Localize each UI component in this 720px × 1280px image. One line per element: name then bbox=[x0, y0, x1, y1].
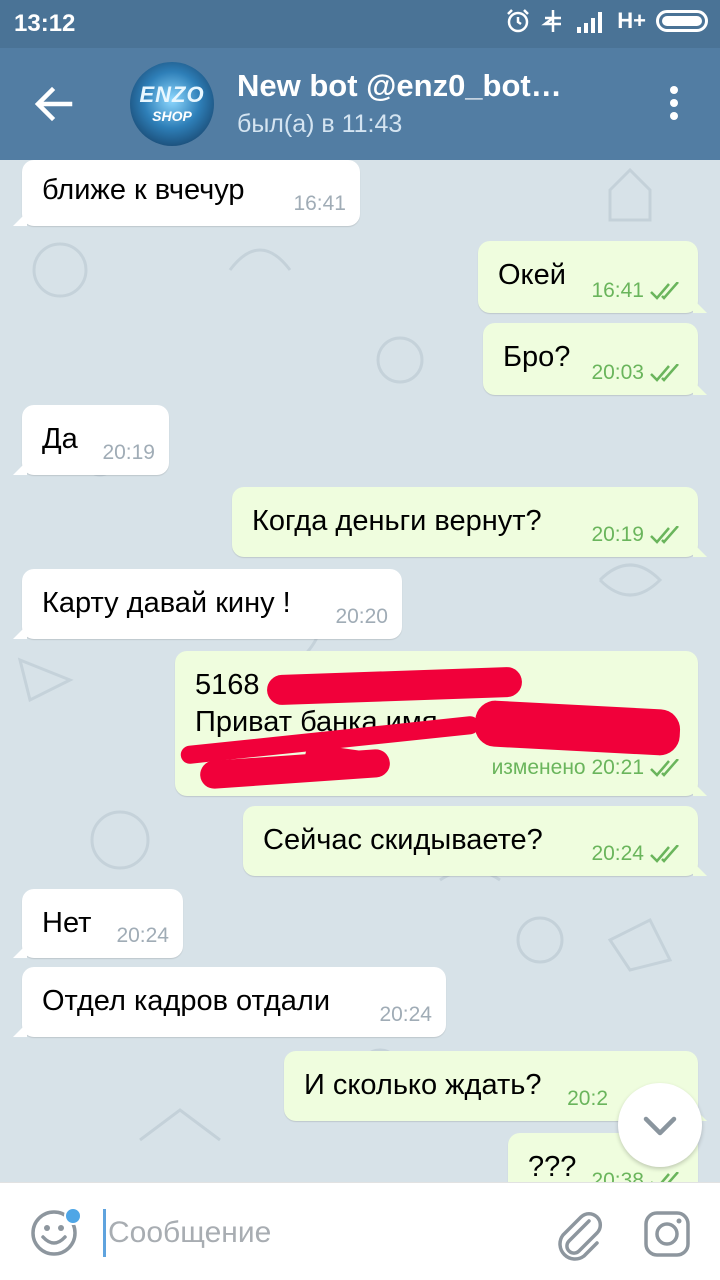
message-meta: 20:24 bbox=[116, 924, 169, 948]
message-time: 16:41 bbox=[591, 279, 644, 302]
message-time: 20:19 bbox=[591, 523, 644, 546]
message-text: Бро? bbox=[503, 341, 571, 373]
message-time: 20:24 bbox=[116, 924, 169, 947]
message-input[interactable] bbox=[108, 1211, 508, 1255]
message-incoming[interactable]: Нет 20:24 bbox=[13, 889, 183, 958]
message-text: Отдел кадров отдали bbox=[42, 985, 331, 1017]
message-text: Нет bbox=[42, 907, 92, 939]
read-ticks-icon bbox=[650, 364, 679, 382]
message-incoming[interactable]: Карту давай кину ! 20:20 bbox=[13, 569, 402, 639]
message-time: 20:03 bbox=[591, 361, 644, 384]
vibrate-icon bbox=[541, 10, 562, 32]
message-list[interactable]: ближе к вчечур 16:41 Окей 16:41 Бро? 20:… bbox=[0, 160, 720, 1182]
message-time: 16:41 bbox=[293, 192, 346, 215]
message-outgoing[interactable]: Бро? 20:03 bbox=[483, 323, 707, 395]
message-text: Окей bbox=[498, 259, 566, 291]
read-ticks-icon bbox=[650, 758, 679, 777]
text-cursor bbox=[103, 1209, 106, 1257]
avatar-text: ENZO bbox=[139, 82, 205, 107]
message-time: 20:24 bbox=[379, 1003, 432, 1026]
message-time: 20:24 bbox=[591, 842, 644, 865]
avatar-subtext: SHOP bbox=[152, 108, 192, 124]
chat-title[interactable]: New bot @enz0_bot… bbox=[237, 68, 617, 104]
more-menu-icon[interactable] bbox=[670, 86, 680, 124]
avatar[interactable]: ENZO SHOP bbox=[130, 62, 214, 146]
read-ticks-icon bbox=[650, 526, 679, 544]
battery-icon bbox=[656, 10, 708, 32]
read-ticks-icon bbox=[650, 282, 679, 300]
message-text: ??? bbox=[528, 1151, 577, 1182]
message-time: 20:2 bbox=[567, 1087, 608, 1110]
network-type: H+ bbox=[617, 8, 646, 33]
chat-last-seen: был(а) в 11:43 bbox=[237, 110, 403, 138]
message-meta: 16:41 bbox=[293, 192, 346, 216]
notification-dot bbox=[64, 1207, 82, 1225]
message-meta: 20:19 bbox=[102, 441, 155, 465]
message-text: ближе к вчечур bbox=[42, 174, 245, 206]
message-incoming[interactable]: Да 20:19 bbox=[13, 405, 169, 475]
redaction-mark bbox=[473, 699, 682, 757]
message-incoming[interactable]: Отдел кадров отдали 20:24 bbox=[13, 967, 446, 1037]
message-time: 20:20 bbox=[335, 605, 388, 628]
message-meta: 20:2 bbox=[567, 1087, 608, 1111]
message-outgoing[interactable]: Окей 16:41 bbox=[478, 241, 707, 313]
message-outgoing-card-details[interactable]: 5168 Приват банка имя изменено 20:21 bbox=[175, 651, 707, 796]
message-meta: изменено 20:21 bbox=[492, 749, 684, 786]
message-meta: 20:20 bbox=[335, 605, 388, 629]
message-meta: 20:03 bbox=[591, 361, 684, 385]
alarm-icon bbox=[507, 9, 530, 33]
read-ticks-icon bbox=[650, 845, 679, 863]
message-meta: 20:24 bbox=[379, 1003, 432, 1027]
status-bar: 13:12 H+ bbox=[0, 0, 720, 48]
read-ticks-icon bbox=[651, 1172, 679, 1182]
message-meta: 16:41 bbox=[591, 279, 684, 303]
paperclip-icon[interactable] bbox=[553, 1207, 603, 1261]
status-time: 13:12 bbox=[14, 10, 76, 37]
message-text: Карту давай кину ! bbox=[42, 587, 291, 619]
message-meta: 20:38 bbox=[591, 1169, 684, 1182]
message-time: изменено 20:21 bbox=[491, 756, 644, 779]
message-text: И сколько ждать? bbox=[304, 1069, 542, 1101]
message-composer bbox=[0, 1182, 720, 1280]
message-text: Да bbox=[42, 423, 78, 455]
message-meta: 20:19 bbox=[591, 523, 684, 547]
message-meta: 20:24 bbox=[591, 842, 684, 866]
camera-icon[interactable] bbox=[643, 1210, 691, 1258]
chevron-down-icon bbox=[643, 1116, 677, 1136]
message-outgoing[interactable]: Сейчас скидываете? 20:24 bbox=[243, 806, 707, 876]
message-time: 20:38 bbox=[591, 1169, 644, 1182]
message-time: 20:19 bbox=[102, 441, 155, 464]
message-outgoing[interactable]: Когда деньги вернут? 20:19 bbox=[232, 487, 707, 557]
signal-icon bbox=[577, 12, 603, 33]
scroll-to-bottom-button[interactable] bbox=[618, 1083, 702, 1167]
chat-header: ENZO SHOP New bot @enz0_bot… был(а) в 11… bbox=[0, 48, 720, 160]
message-text: Когда деньги вернут? bbox=[252, 505, 542, 537]
status-icons: H+ bbox=[505, 8, 708, 34]
message-text: Сейчас скидываете? bbox=[263, 824, 543, 856]
back-arrow-icon[interactable] bbox=[30, 82, 78, 126]
message-incoming[interactable]: ближе к вчечур 16:41 bbox=[13, 160, 360, 226]
